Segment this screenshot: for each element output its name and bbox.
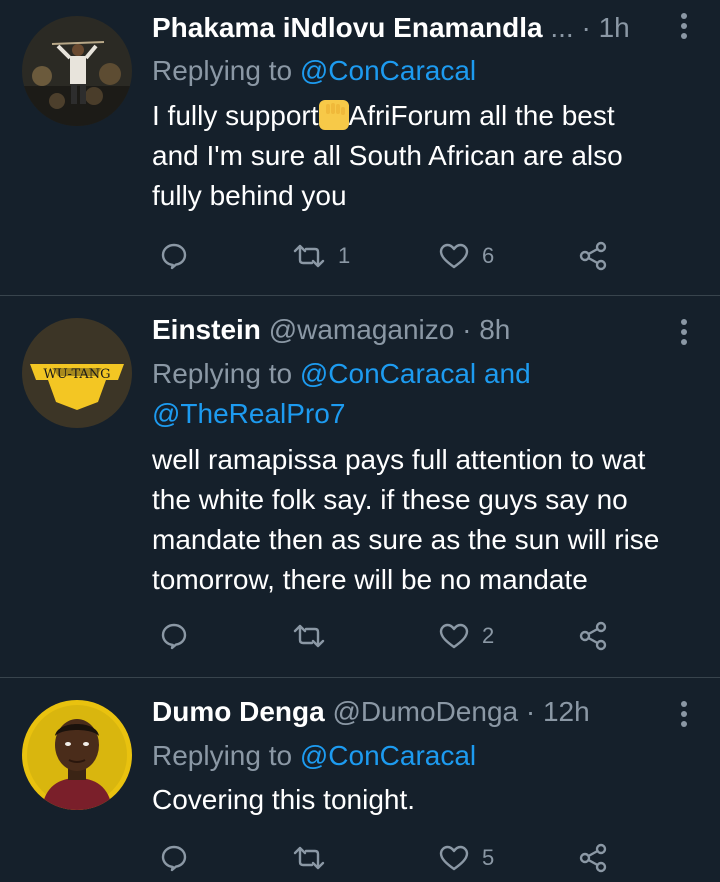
tweet-text: Covering this tonight. [152,780,702,820]
handle[interactable]: ... [550,12,573,43]
handle[interactable]: @wamaganizo [269,314,455,345]
replying-to-label: Replying to [152,358,293,389]
timestamp[interactable]: · 12h [526,696,590,727]
raised-fist-emoji [318,100,349,130]
tweet-header: Dumo Denga @DumoDenga · 12h [152,692,590,732]
mention-link[interactable]: @ConCaracal [300,740,476,771]
timestamp[interactable]: · 8h [462,314,510,345]
like-button[interactable]: 5 [438,838,494,878]
tweet[interactable]: WU-TANG Einstein @wamaganizo · 8h Replyi… [0,296,720,678]
tweet-text-line: I fully support [152,100,319,131]
heart-icon [438,844,470,872]
tweet-actions: 5 [152,838,632,878]
mention-link[interactable]: @TheRealPro7 [152,398,345,429]
like-button[interactable]: 6 [438,236,494,276]
tweet-text-line: Covering this tonight. [152,784,416,815]
retweet-button[interactable] [292,838,338,878]
tweet-text-line: and I'm sure all South African are also [152,140,623,171]
share-button[interactable] [578,838,608,878]
replying-to-label: Replying to [152,55,293,86]
replying-to-label: Replying to [152,740,293,771]
tweet-text-line: mandate then as sure as the sun will ris… [152,524,660,555]
replying-to-continued: @TheRealPro7 [152,394,345,434]
retweet-button[interactable]: 1 [292,236,350,276]
avatar[interactable] [22,700,132,810]
like-count: 5 [482,845,495,870]
like-button[interactable]: 2 [438,616,494,656]
like-count: 2 [482,623,495,648]
display-name[interactable]: Einstein [152,314,261,345]
tweet-text: well ramapissa pays full attention to wa… [152,440,702,600]
tweet-text: I fully support AfriForum all the best a… [152,96,702,216]
mention-link[interactable]: @ConCaracal [300,358,476,389]
replying-to: Replying to @ConCaracal and [152,354,531,394]
tweet-text-line: fully behind you [152,180,347,211]
tweet[interactable]: Phakama iNdlovu Enamandla ... · 1h Reply… [0,0,720,296]
more-options-icon[interactable] [676,10,692,42]
more-options-icon[interactable] [676,698,692,730]
display-name[interactable]: Dumo Denga [152,696,325,727]
tweet-header: Einstein @wamaganizo · 8h [152,310,510,350]
reply-icon [160,844,188,872]
display-name[interactable]: Phakama iNdlovu Enamandla [152,12,543,43]
replying-to: Replying to @ConCaracal [152,736,476,776]
heart-icon [438,622,470,650]
tweet-header: Phakama iNdlovu Enamandla ... · 1h [152,8,630,48]
retweet-icon [292,844,326,872]
share-icon [578,843,608,873]
share-icon [578,241,608,271]
tweet-text-line: well ramapissa pays full attention to wa… [152,444,646,475]
replying-to: Replying to @ConCaracal [152,51,476,91]
mention-conjunction: and [483,358,531,389]
like-count: 6 [482,243,495,268]
avatar[interactable]: WU-TANG [22,318,132,428]
more-options-icon[interactable] [676,316,692,348]
tweet-text-line: the white folk say. if these guys say no [152,484,628,515]
tweet-text-line: AfriForum all the best [348,100,615,131]
tweet-text-line: tomorrow, there will be no mandate [152,564,588,595]
handle[interactable]: @DumoDenga [332,696,518,727]
mention-link[interactable]: @ConCaracal [300,55,476,86]
reply-button[interactable] [160,838,188,878]
reply-icon [160,622,188,650]
retweet-icon [292,242,326,270]
share-button[interactable] [578,236,608,276]
tweet-actions: 2 [152,616,632,656]
avatar-logo-text: WU-TANG [43,367,110,382]
retweet-count: 1 [338,243,351,268]
heart-icon [438,242,470,270]
tweet-actions: 1 6 [152,236,632,276]
share-icon [578,621,608,651]
reply-icon [160,242,188,270]
retweet-button[interactable] [292,616,338,656]
tweet[interactable]: Dumo Denga @DumoDenga · 12h Replying to … [0,678,720,882]
reply-button[interactable] [160,616,188,656]
reply-button[interactable] [160,236,188,276]
avatar[interactable] [22,16,132,126]
share-button[interactable] [578,616,608,656]
retweet-icon [292,622,326,650]
timestamp[interactable]: · 1h [581,12,629,43]
